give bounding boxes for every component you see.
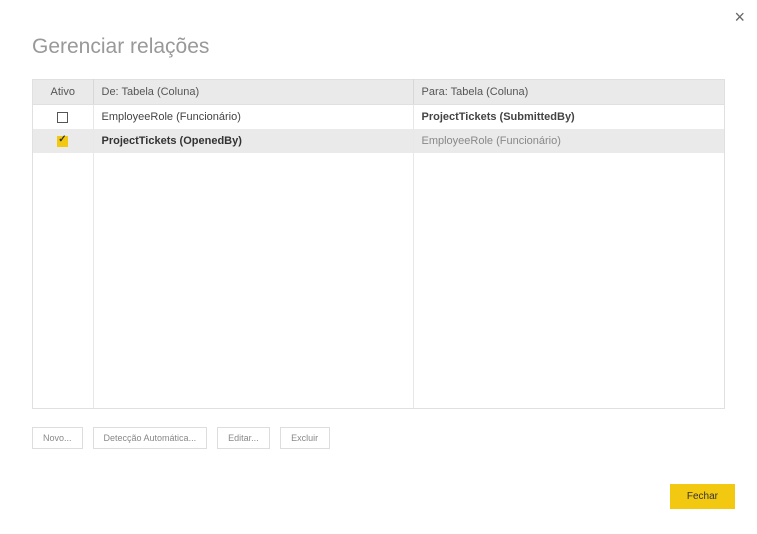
autodetect-button[interactable]: Detecção Automática... — [93, 427, 208, 449]
to-cell: EmployeeRole (Funcionário) — [413, 129, 724, 153]
delete-button[interactable]: Excluir — [280, 427, 330, 449]
checkbox-icon[interactable] — [57, 112, 68, 123]
checkbox-icon[interactable] — [57, 136, 68, 147]
new-button[interactable]: Novo... — [32, 427, 83, 449]
dialog-title: Gerenciar relações — [32, 35, 747, 59]
header-to: Para: Tabela (Coluna) — [413, 80, 724, 105]
from-cell: EmployeeRole (Funcionário) — [93, 105, 413, 130]
header-from: De: Tabela (Coluna) — [93, 80, 413, 105]
action-buttons: Novo... Detecção Automática... Editar...… — [32, 427, 725, 449]
table-row[interactable]: ProjectTickets (OpenedBy) EmployeeRole (… — [33, 129, 724, 153]
footer-buttons: Fechar — [670, 484, 735, 509]
to-cell: ProjectTickets (SubmittedBy) — [413, 105, 724, 130]
close-icon[interactable]: × — [734, 8, 745, 26]
table-row[interactable]: EmployeeRole (Funcionário) ProjectTicket… — [33, 105, 724, 130]
from-cell: ProjectTickets (OpenedBy) — [93, 129, 413, 153]
edit-button[interactable]: Editar... — [217, 427, 270, 449]
table-filler — [33, 153, 724, 409]
close-button[interactable]: Fechar — [670, 484, 735, 509]
header-active: Ativo — [33, 80, 93, 105]
manage-relationships-dialog: × Gerenciar relações Ativo De: Tabela (C… — [0, 0, 757, 534]
relationships-table-container: Ativo De: Tabela (Coluna) Para: Tabela (… — [32, 79, 725, 409]
relationships-table: Ativo De: Tabela (Coluna) Para: Tabela (… — [33, 79, 724, 409]
